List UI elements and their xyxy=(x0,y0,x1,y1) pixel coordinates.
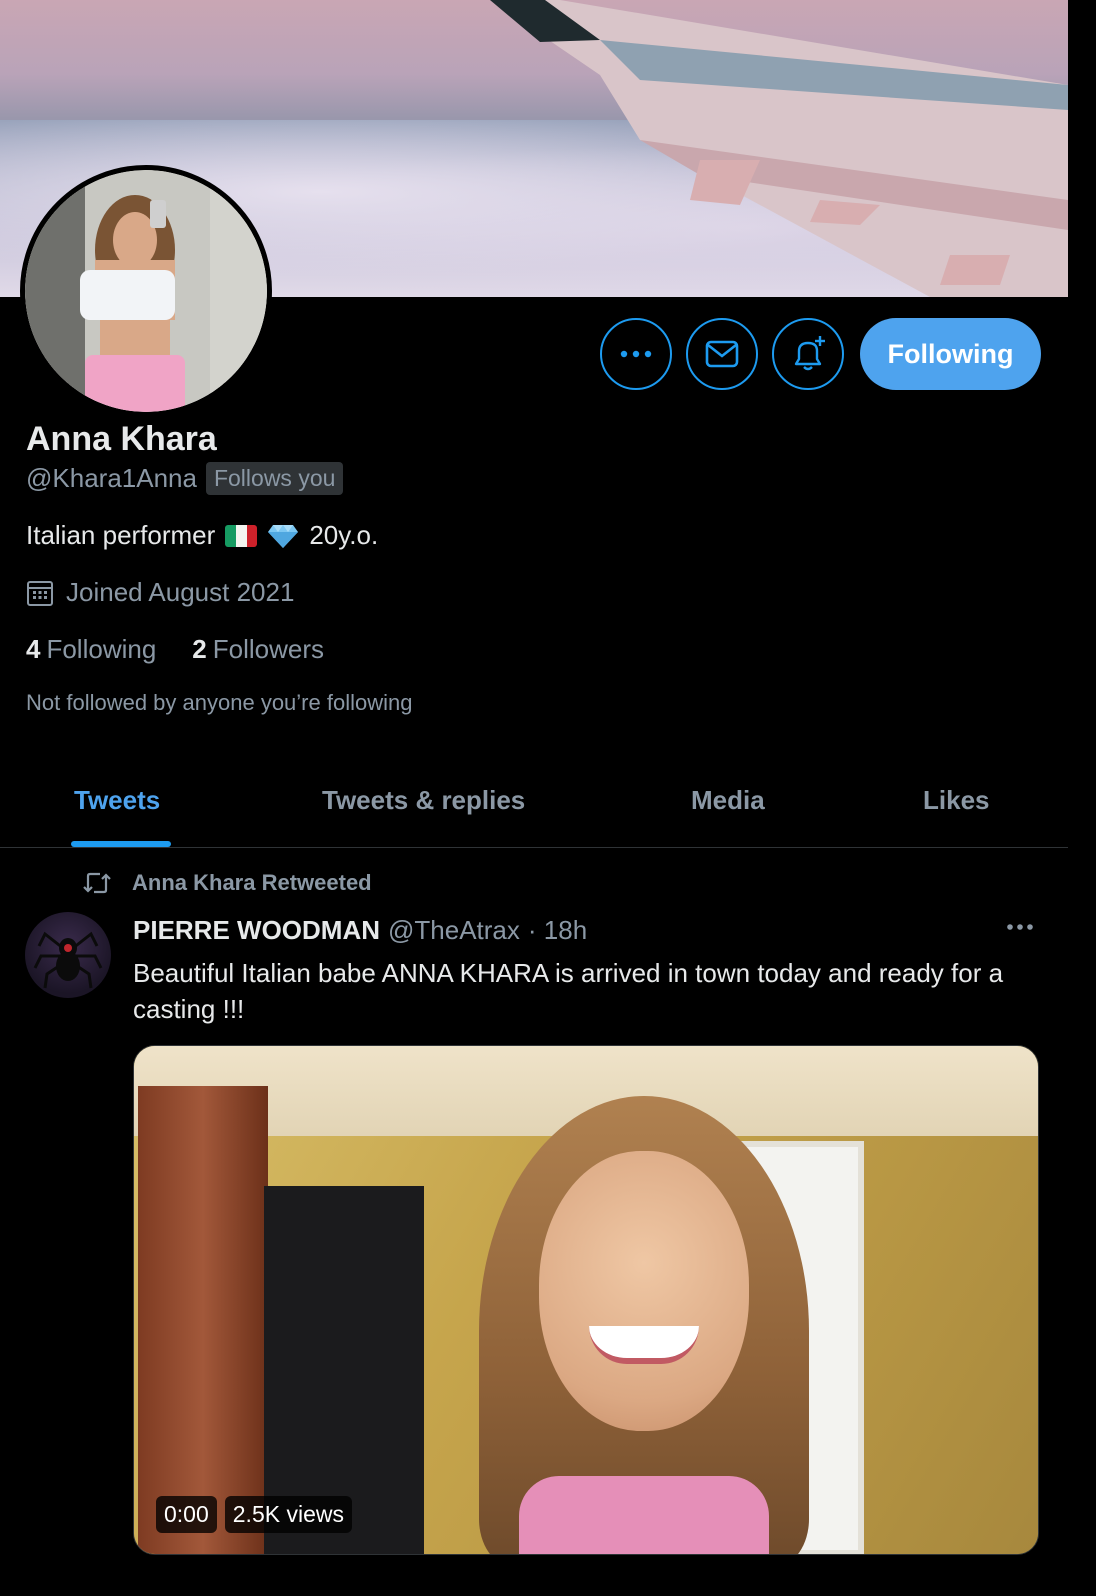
tweet-header: PIERRE WOODMAN @TheAtrax · 18h xyxy=(133,915,587,946)
avatar-photo xyxy=(25,170,267,412)
profile-handle: @Khara1Anna xyxy=(26,463,197,493)
gem-icon xyxy=(268,524,299,548)
tab-media[interactable]: Media xyxy=(691,785,765,816)
video-frame-door xyxy=(138,1086,268,1554)
mail-icon xyxy=(705,340,739,368)
following-link[interactable]: 4 Following xyxy=(26,634,156,665)
followers-link[interactable]: 2 Followers xyxy=(192,634,324,665)
more-icon xyxy=(620,350,652,358)
video-views: 2.5K views xyxy=(224,1496,352,1533)
italy-flag-icon xyxy=(225,524,258,547)
joined-date: Joined August 2021 xyxy=(26,577,294,608)
active-tab-indicator xyxy=(71,841,171,847)
follows-you-badge: Follows you xyxy=(205,462,344,495)
video-badges: 0:00 2.5K views xyxy=(156,1496,352,1533)
more-icon xyxy=(1007,924,1033,930)
tab-tweets-replies[interactable]: Tweets & replies xyxy=(322,785,525,816)
not-followed-note: Not followed by anyone you’re following xyxy=(26,690,413,715)
bio-age: 20y.o. xyxy=(309,520,379,550)
video-frame-person xyxy=(479,1096,809,1554)
retweet-icon xyxy=(83,872,111,894)
profile-avatar[interactable] xyxy=(20,165,272,417)
calendar-icon xyxy=(27,580,53,606)
joined-text: Joined August 2021 xyxy=(66,577,295,607)
profile-tabs: Tweets Tweets & replies Media Likes xyxy=(0,760,1068,848)
message-button[interactable] xyxy=(686,318,758,390)
profile-bio: Italian performer 20y.o. xyxy=(26,520,378,551)
tab-tweets[interactable]: Tweets xyxy=(74,785,160,816)
notifications-button[interactable] xyxy=(772,318,844,390)
handle-row: @Khara1Anna Follows you xyxy=(26,462,344,495)
follow-stats: 4 Following 2 Followers xyxy=(26,634,324,665)
tweet-author-handle[interactable]: @TheAtrax xyxy=(388,915,520,946)
tweet-author-name[interactable]: PIERRE WOODMAN xyxy=(133,915,380,946)
profile-name: Anna Khara xyxy=(26,420,217,458)
tweet-author-avatar[interactable] xyxy=(25,912,111,998)
retweeted-by[interactable]: Anna Khara Retweeted xyxy=(132,870,372,896)
more-button[interactable] xyxy=(600,318,672,390)
tab-likes[interactable]: Likes xyxy=(923,785,990,816)
bell-plus-icon xyxy=(794,336,825,371)
tweet-time[interactable]: · 18h xyxy=(528,915,587,946)
video-timestamp: 0:00 xyxy=(156,1496,217,1533)
bio-text: Italian performer xyxy=(26,520,216,550)
following-button[interactable]: Following xyxy=(860,318,1041,390)
tweet-more-button[interactable] xyxy=(1006,918,1034,936)
spider-logo-icon xyxy=(33,931,103,989)
profile-actions: Following xyxy=(600,318,1041,390)
tweet-text: Beautiful Italian babe ANNA KHARA is arr… xyxy=(133,958,1004,1024)
retweet-context: Anna Khara Retweeted xyxy=(82,870,372,896)
tweet-video[interactable] xyxy=(133,1045,1039,1555)
